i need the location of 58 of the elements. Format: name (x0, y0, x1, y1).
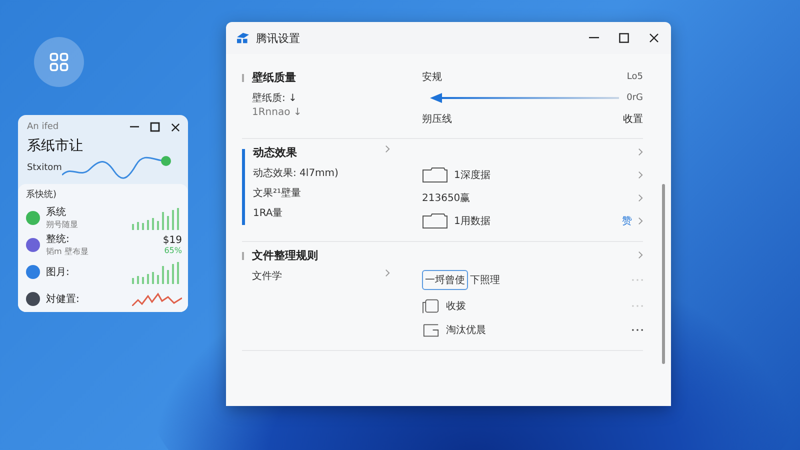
square-icon[interactable] (150, 122, 160, 132)
maximize-icon[interactable] (619, 33, 629, 43)
slider-label: 安规 (422, 70, 442, 84)
list-item[interactable]: 下照理 (470, 273, 500, 287)
tag-label: 赞 (622, 215, 632, 228)
bar-drawing (132, 260, 182, 284)
setting-label: 动态效果: 4l7mm) (253, 166, 338, 180)
folder-icon (422, 213, 448, 229)
scrollbar[interactable] (662, 184, 665, 364)
list-item[interactable]: 1用数据 (454, 214, 490, 228)
tray-icon (422, 322, 440, 338)
folder-icon (422, 167, 448, 183)
chevron-icon[interactable] (638, 171, 643, 179)
chevron-icon[interactable] (638, 194, 643, 202)
close-icon[interactable] (171, 122, 180, 132)
widget-subtitle: Stxitom (27, 163, 62, 173)
spike-drawing (132, 292, 182, 306)
item-value: $19 (162, 234, 182, 246)
setting-label: 1RA量 (253, 207, 283, 220)
section-label: 系快统) (26, 188, 58, 201)
chevron-icon[interactable] (385, 269, 390, 277)
setting-label: 壁纸质: ↓ (252, 92, 297, 105)
section-title[interactable]: 壁纸质量 (252, 70, 296, 85)
app-logo-icon (236, 32, 250, 44)
item-subtitle: 朔号随显 (46, 219, 79, 230)
setting-label: 1Rnnao ↓ (252, 107, 302, 118)
reading: 0rG (626, 93, 643, 103)
selected-item[interactable]: 一埒曾使 (422, 270, 468, 290)
item-subtitle: 韬m 壁布显 (46, 246, 90, 257)
setting-label: 文件学 (252, 270, 282, 283)
item-name: 系统 (46, 206, 67, 219)
bar-drawing (132, 206, 182, 230)
item-name: 图月: (46, 266, 70, 278)
settings-link[interactable]: 收置 (623, 112, 643, 126)
setting-label: 文果²¹壁量 (253, 186, 302, 200)
apps-icon[interactable] (34, 37, 84, 87)
widget-heading: 系纸市让 (27, 137, 84, 155)
copy-icon (422, 298, 440, 314)
chevron-icon[interactable] (638, 148, 643, 156)
list-item[interactable]: 收拨 (446, 299, 466, 313)
item-name: 整统: (46, 232, 70, 246)
item-name: 対健置: (46, 292, 80, 306)
section-title[interactable]: 文件整理规则 (252, 248, 318, 263)
list-item[interactable]: 213650赢 (422, 191, 470, 205)
minimize-icon[interactable] (130, 126, 139, 128)
chevron-icon[interactable] (638, 251, 643, 259)
widget-title: An ifed (27, 122, 60, 132)
item-change: 65% (163, 246, 182, 254)
section-title[interactable]: 动态效果 (253, 145, 297, 160)
chevron-icon[interactable] (638, 217, 643, 225)
chevron-icon[interactable] (385, 145, 390, 153)
window-title: 腾讯设置 (256, 30, 300, 46)
list-item[interactable]: 淘汰优晨 (446, 323, 486, 337)
close-icon[interactable] (649, 33, 659, 43)
minimize-icon[interactable] (589, 37, 599, 39)
setting-label: 朔压线 (422, 112, 452, 126)
reading: Lo5 (626, 72, 643, 82)
list-item[interactable]: 1深度据 (454, 168, 490, 182)
